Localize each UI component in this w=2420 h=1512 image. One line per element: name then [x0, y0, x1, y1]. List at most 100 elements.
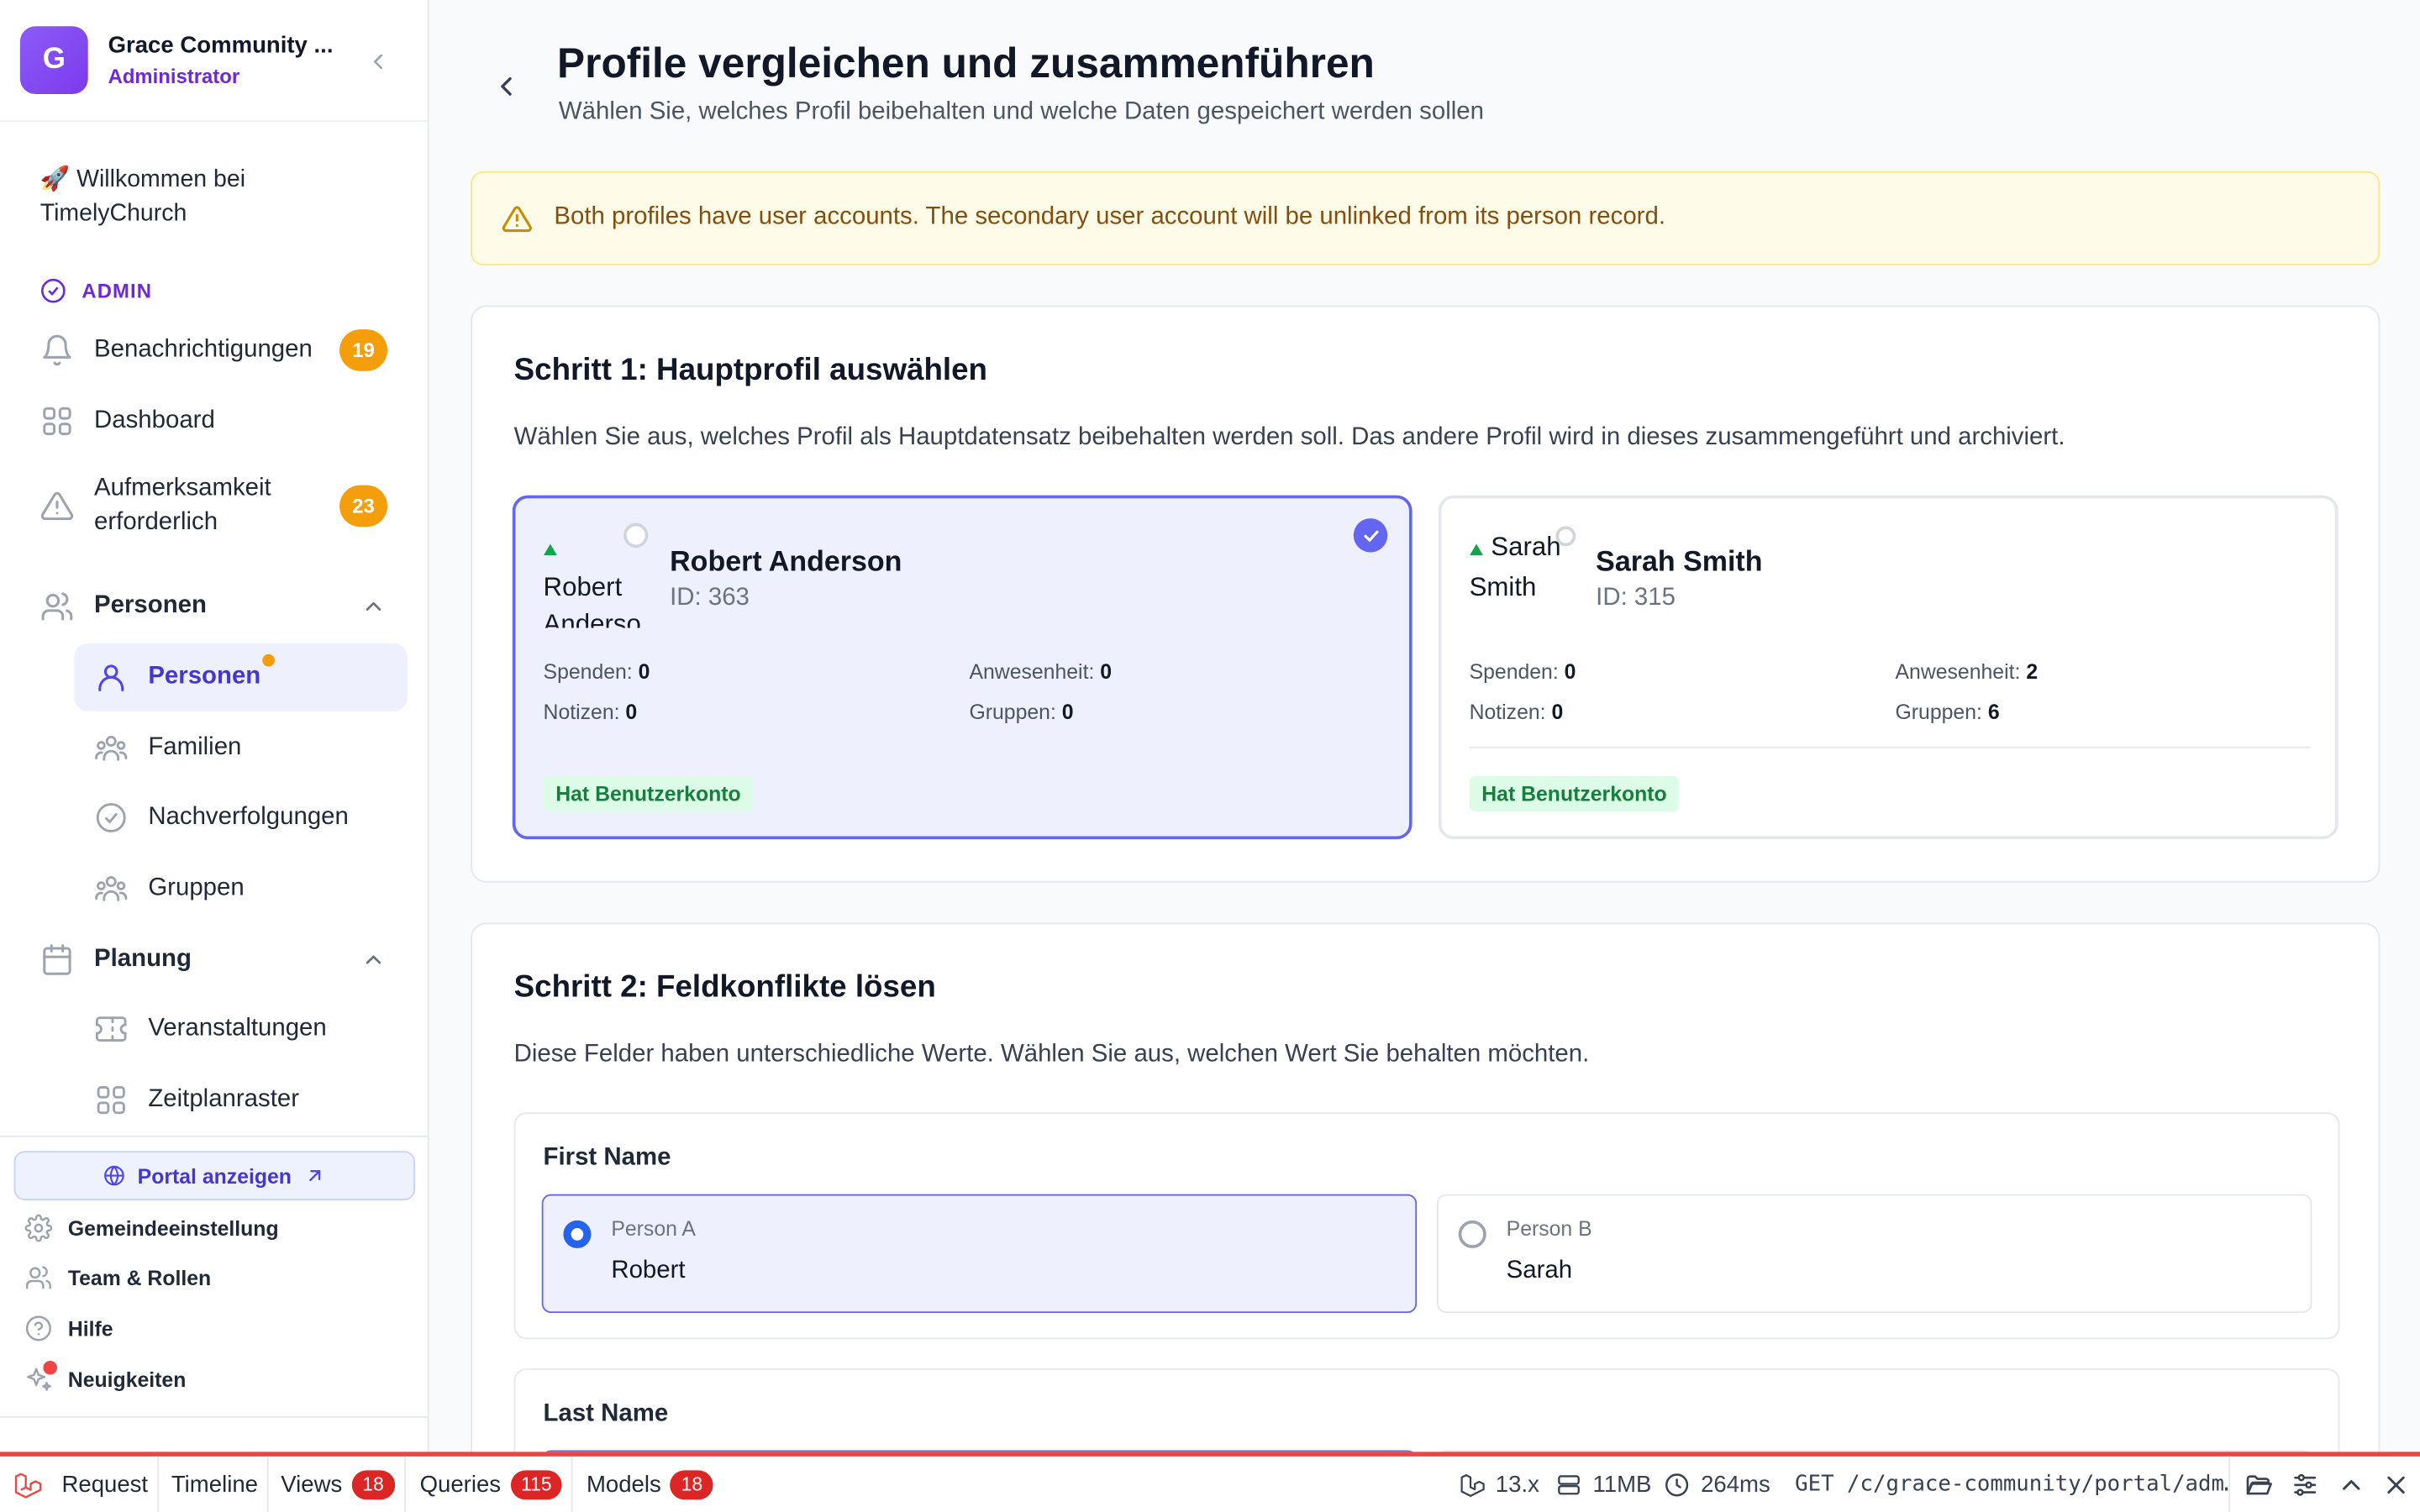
sidebar-item-label: Aufmerksamkeit erforderlich — [94, 475, 271, 536]
debug-tab-label: Queries — [419, 1471, 502, 1498]
divider — [0, 1416, 428, 1418]
stat-notes: Notizen: 0 — [544, 701, 638, 724]
profile-card-primary[interactable]: ⛰ Robert Anderson Robert Anderson ID: 36… — [512, 495, 1413, 840]
stat-value: 0 — [625, 700, 638, 724]
stat-value: 0 — [1564, 660, 1576, 684]
org-avatar[interactable]: G — [19, 26, 88, 95]
laravel-logo-icon[interactable] — [13, 1470, 42, 1499]
debug-memory: 11MB — [1555, 1457, 1651, 1512]
option-radio[interactable] — [1458, 1220, 1486, 1248]
sidebar-item-groups[interactable]: Gruppen — [74, 855, 408, 923]
users-icon — [25, 1266, 51, 1289]
field-name: Last Name — [543, 1400, 669, 1427]
sidebar-item-news[interactable]: Neuigkeiten — [24, 1361, 186, 1396]
sidebar-item-notifications[interactable]: Benachrichtigungen 19 — [22, 317, 408, 385]
sidebar-item-dashboard[interactable]: Dashboard — [22, 387, 408, 455]
profile-avatar: ⛰ Sarah Smith — [1470, 529, 1569, 628]
step2-card: Schritt 2: Feldkonflikte lösen Diese Fel… — [471, 922, 2381, 1512]
sparkles-icon — [24, 1361, 57, 1394]
page-title: Profile vergleichen und zusammenführen — [557, 39, 1375, 87]
sidebar-item-label: Team & Rollen — [67, 1266, 212, 1289]
stat-notes: Notizen: 0 — [1470, 701, 1564, 724]
debug-tab-label: Request — [61, 1471, 149, 1498]
sidebar-item-help[interactable]: Hilfe — [24, 1311, 113, 1345]
divider — [0, 1135, 428, 1137]
sidebar-header: G Grace Community ... Administrator — [0, 0, 428, 123]
debug-tab-count: 18 — [670, 1469, 714, 1499]
stat-label: Notizen: — [1469, 700, 1546, 724]
stat-value: 0 — [1061, 700, 1074, 724]
debug-tab-label: Views — [281, 1471, 343, 1498]
stat-donations: Spenden: 0 — [544, 660, 650, 684]
stat-groups: Gruppen: 0 — [969, 701, 1073, 724]
step1-title: Schritt 1: Hauptprofil auswählen — [513, 353, 987, 388]
sidebar-item-label: Gemeindeeinstellung — [67, 1216, 279, 1240]
collapse-sidebar-button[interactable] — [361, 45, 395, 78]
view-portal-button[interactable]: Portal anzeigen — [13, 1151, 416, 1200]
sidebar-section-people[interactable]: Personen — [22, 572, 408, 640]
sidebar-item-label: Veranstaltungen — [148, 1015, 327, 1042]
profile-radio[interactable] — [1555, 526, 1576, 547]
debug-tab-queries[interactable]: Queries 115 — [411, 1456, 574, 1512]
debug-tab-timeline[interactable]: Timeline — [162, 1456, 269, 1512]
field-conflict-first-name: First Name Person A Robert Person B Sara… — [513, 1112, 2340, 1340]
chevron-up-icon[interactable] — [2337, 1470, 2366, 1499]
sidebar-item-label: Zeitplanraster — [148, 1086, 300, 1113]
field-option-b[interactable]: Person B Sarah — [1437, 1194, 2312, 1314]
sidebar-item-label: Dashboard — [94, 407, 215, 434]
stat-value: 0 — [1100, 660, 1113, 684]
debug-tab-label: Timeline — [171, 1471, 258, 1498]
sidebar-item-team[interactable]: Team & Rollen — [24, 1261, 211, 1294]
org-role: Administrator — [108, 65, 240, 88]
attention-count-badge: 23 — [339, 485, 388, 528]
sidebar-item-schedule[interactable]: Zeitplanraster — [74, 1066, 408, 1134]
sidebar-section-label: Planung — [94, 945, 192, 973]
notifications-count-badge: 19 — [339, 329, 388, 371]
field-name: First Name — [543, 1144, 671, 1172]
profile-id: ID: 363 — [670, 585, 750, 612]
stat-label: Gruppen: — [1895, 700, 1982, 724]
close-icon[interactable] — [2381, 1470, 2411, 1499]
sidebar-item-settings[interactable]: Gemeindeeinstellung — [24, 1211, 279, 1245]
org-name[interactable]: Grace Community ... — [108, 33, 334, 59]
welcome-link[interactable]: 🚀 Willkommen bei TimelyChurch — [40, 164, 365, 232]
selected-check-icon — [1353, 518, 1388, 553]
users-icon — [41, 592, 73, 621]
user-icon — [98, 664, 124, 691]
broken-image-icon: ⛰ — [543, 541, 558, 560]
option-radio[interactable] — [563, 1220, 592, 1248]
debug-tab-models[interactable]: Models 18 — [577, 1457, 723, 1512]
sidebar-item-label: Gruppen — [148, 874, 245, 901]
debug-duration-text: 264ms — [1701, 1471, 1770, 1498]
sidebar-item-people[interactable]: Personen — [74, 643, 408, 711]
warning-triangle-icon — [502, 206, 532, 233]
sidebar-item-attention[interactable]: Aufmerksamkeit erforderlich 23 — [22, 470, 408, 541]
stat-label: Anwesenheit: — [1895, 660, 2021, 684]
sidebar-section-planning[interactable]: Planung — [22, 926, 408, 994]
check-circle-icon — [41, 277, 66, 302]
sidebar-item-families[interactable]: Familien — [74, 714, 408, 782]
laravel-icon — [1460, 1473, 1485, 1497]
sidebar-item-followups[interactable]: Nachverfolgungen — [74, 784, 408, 852]
stat-value: 6 — [1987, 700, 2000, 724]
family-icon — [95, 735, 128, 761]
profile-card-secondary[interactable]: ⛰ Sarah Smith Sarah Smith ID: 315 Spende… — [1438, 495, 2338, 840]
debug-version-text: 13.x — [1495, 1471, 1539, 1498]
option-source: Person A — [611, 1217, 696, 1241]
unread-dot — [43, 1361, 57, 1375]
debug-route[interactable]: GET /c/grace-community/portal/adm… — [1795, 1456, 2231, 1512]
stat-value: 0 — [1551, 700, 1564, 724]
folder-open-icon[interactable] — [2244, 1470, 2274, 1499]
sidebar-item-events[interactable]: Veranstaltungen — [74, 995, 408, 1063]
profile-radio[interactable] — [623, 522, 649, 549]
debug-tab-views[interactable]: Views 18 — [271, 1456, 406, 1512]
help-circle-icon — [25, 1315, 51, 1341]
debug-tab-count: 18 — [351, 1469, 395, 1499]
sliders-icon[interactable] — [2291, 1470, 2320, 1499]
debug-tab-request[interactable]: Request — [52, 1456, 159, 1512]
stat-value: 2 — [2026, 660, 2039, 684]
sidebar-item-label: Nachverfolgungen — [148, 803, 349, 831]
step1-description: Wählen Sie aus, welches Profil als Haupt… — [513, 424, 2065, 451]
field-option-a[interactable]: Person A Robert — [541, 1194, 1418, 1314]
back-button[interactable] — [487, 66, 527, 107]
